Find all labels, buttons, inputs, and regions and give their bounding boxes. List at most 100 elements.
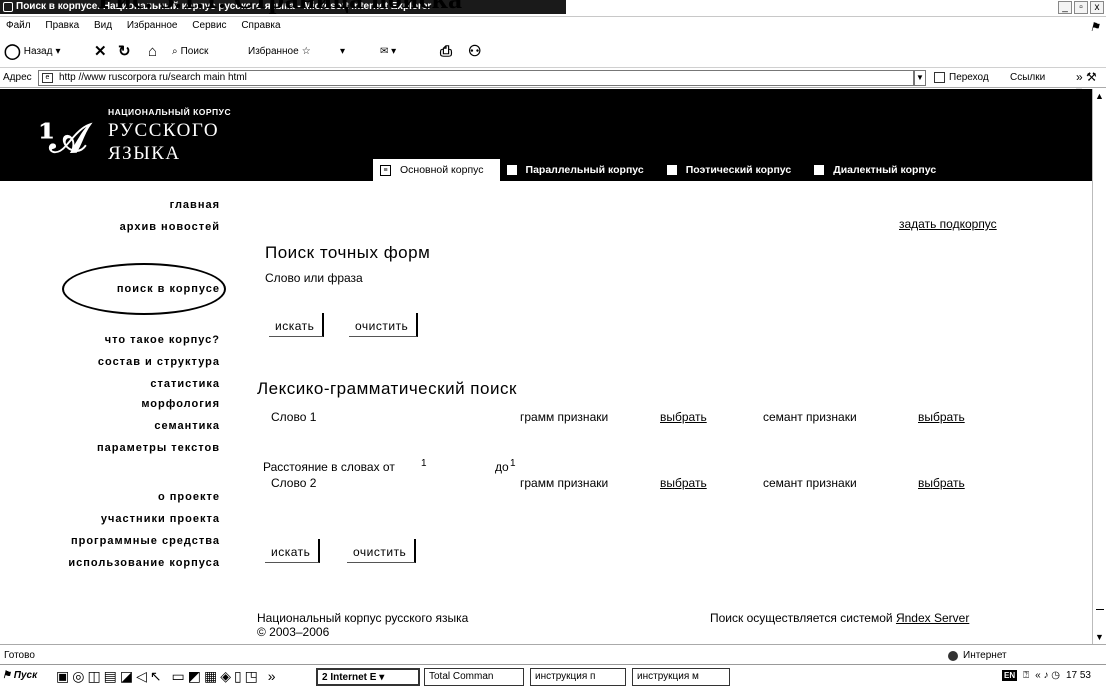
- sidebar-item-statistics[interactable]: статистика: [150, 378, 220, 390]
- zone-label: Интернет: [963, 650, 1007, 661]
- task-instruction-p[interactable]: инструкция п: [530, 668, 626, 686]
- word2-sem-label: семант признаки: [763, 476, 857, 490]
- favorites-button[interactable]: Избранное ☆: [248, 44, 311, 60]
- vertical-scrollbar[interactable]: ▲ ▼: [1092, 89, 1106, 644]
- stop-button[interactable]: ✕: [94, 44, 107, 60]
- menu-help[interactable]: Справка: [235, 18, 286, 34]
- menu-file[interactable]: Файл: [0, 18, 37, 34]
- print-icon: ⎙: [440, 43, 453, 60]
- start-button[interactable]: ⚑ Пуск: [2, 670, 37, 681]
- distance-to-label: до: [495, 460, 509, 474]
- yandex-server-link[interactable]: Яndex Server: [896, 611, 969, 625]
- back-button[interactable]: ◯ Назад ▾: [4, 44, 60, 60]
- favorites-label: Избранное: [248, 46, 299, 57]
- exact-search-button[interactable]: искать: [269, 313, 325, 337]
- search-icon: ⌕: [172, 46, 178, 57]
- word1-sem-choose-link[interactable]: выбрать: [918, 410, 965, 424]
- maximize-button[interactable]: ▫: [1074, 1, 1088, 14]
- sidebar-item-home[interactable]: главная: [170, 199, 220, 211]
- address-input[interactable]: e http //www ruscorpora ru/search main h…: [38, 70, 914, 86]
- back-label: Назад: [23, 46, 53, 57]
- home-button[interactable]: ⌂: [148, 44, 157, 60]
- go-label: Переход: [949, 72, 989, 83]
- sidebar-item-what-is-corpus[interactable]: что такое корпус?: [105, 334, 220, 346]
- refresh-icon: ↻: [118, 43, 131, 60]
- media-icon: ▾: [340, 46, 346, 57]
- sidebar-item-text-params[interactable]: параметры текстов: [97, 442, 220, 454]
- sidebar-item-composition[interactable]: состав и структура: [98, 356, 220, 368]
- go-button[interactable]: Переход: [934, 72, 989, 83]
- search-button[interactable]: ⌕ Поиск: [172, 44, 208, 60]
- ie-icon: [3, 2, 13, 12]
- favorites-icon: ☆: [301, 46, 311, 57]
- task-label: Total Comman: [429, 671, 494, 682]
- links-button[interactable]: Ссылки: [1010, 72, 1045, 83]
- page-viewport: ¹𝒜 НАЦИОНАЛЬНЫЙ КОРПУС РУССКОГО ЯЗЫКА ≡ …: [0, 89, 1092, 644]
- address-label: Адрес: [3, 72, 32, 83]
- distance-to-input[interactable]: 1: [510, 458, 516, 469]
- footer-corpus-name: Национальный корпус русского языка: [257, 611, 469, 625]
- media-button[interactable]: ▾: [340, 44, 345, 60]
- logo-text-line2: ЯЗЫКА: [108, 143, 181, 164]
- menu-edit[interactable]: Правка: [39, 18, 85, 34]
- refresh-button[interactable]: ↻: [118, 44, 131, 60]
- sidebar-item-news-archive[interactable]: архив новостей: [120, 221, 220, 233]
- task-instruction-m[interactable]: инструкция м: [632, 668, 730, 686]
- minimize-button[interactable]: _: [1058, 1, 1072, 14]
- mail-icon: ✉ ▾: [380, 46, 397, 57]
- address-url: http //www ruscorpora ru/search main htm…: [59, 72, 247, 83]
- word2-sem-choose-link[interactable]: выбрать: [918, 476, 965, 490]
- ruscorpora-logo-icon[interactable]: ¹𝒜: [38, 115, 87, 162]
- word2-label: Слово 2: [271, 476, 317, 490]
- menubar: Файл Правка Вид Избранное Сервис Справка…: [0, 18, 1106, 34]
- sidebar-item-participants[interactable]: участники проекта: [101, 513, 220, 525]
- sidebar-item-semantics[interactable]: семантика: [154, 420, 220, 432]
- address-dropdown[interactable]: ▼: [914, 70, 926, 86]
- lexgram-search-button[interactable]: искать: [265, 539, 321, 563]
- print-button[interactable]: ⎙: [440, 44, 452, 60]
- taskbar: ⚑ Пуск ▣◎◫▤◪◁↖ ▭◩▦◈▯◳ » 2 Internet E ▾ T…: [0, 664, 1106, 688]
- tray-icons[interactable]: « ♪ ◷: [1035, 670, 1060, 681]
- scroll-down-icon[interactable]: ▼: [1095, 632, 1104, 642]
- help-icon[interactable]: ⍰: [1023, 670, 1029, 681]
- footer-engine: Поиск осуществляется системой Яndex Serv…: [710, 611, 969, 625]
- figure-caption: Рис. 3.1.1. Страница поиска: [98, 0, 462, 14]
- mail-button[interactable]: ✉ ▾: [380, 44, 396, 60]
- lexgram-clear-button[interactable]: очистить: [347, 539, 417, 563]
- system-tray: EN ⍰ « ♪ ◷ 17 53: [1002, 670, 1091, 681]
- windows-logo-icon: ⚑: [1089, 20, 1100, 34]
- menu-view[interactable]: Вид: [88, 18, 118, 34]
- subcorpus-link[interactable]: задать подкорпус: [899, 217, 997, 231]
- task-internet-explorer[interactable]: 2 Internet E ▾: [316, 668, 420, 686]
- page-icon: e: [42, 73, 53, 83]
- clock: 17 53: [1065, 670, 1091, 681]
- sidebar-item-morphology[interactable]: морфология: [141, 398, 220, 410]
- distance-from-input[interactable]: 1: [421, 458, 427, 469]
- home-icon: ⌂: [148, 43, 158, 60]
- footer-engine-prefix: Поиск осуществляется системой: [710, 611, 893, 625]
- menu-favorites[interactable]: Избранное: [121, 18, 184, 34]
- menu-tools[interactable]: Сервис: [186, 18, 232, 34]
- sidebar-item-about[interactable]: о проекте: [158, 491, 220, 503]
- close-button[interactable]: x: [1090, 1, 1104, 14]
- sidebar-item-software[interactable]: программные средства: [71, 535, 220, 547]
- main-content: задать подкорпус Поиск точных форм Слово…: [257, 89, 1083, 644]
- quick-launch-icons[interactable]: ▣◎◫▤◪◁↖ ▭◩▦◈▯◳ »: [56, 668, 279, 685]
- go-arrow-icon: [934, 72, 945, 83]
- language-indicator[interactable]: EN: [1002, 670, 1018, 681]
- messenger-button[interactable]: ⚇: [468, 44, 481, 60]
- scroll-thumb[interactable]: [1096, 609, 1104, 610]
- zone-indicator: Интернет: [948, 650, 1007, 661]
- exact-clear-button[interactable]: очистить: [349, 313, 419, 337]
- task-total-commander[interactable]: Total Comman: [424, 668, 524, 686]
- sidebar-item-usage[interactable]: использование корпуса: [68, 557, 220, 569]
- start-label: Пуск: [13, 670, 38, 681]
- word2-gram-choose-link[interactable]: выбрать: [660, 476, 707, 490]
- window-buttons: _ ▫ x: [1058, 1, 1104, 14]
- word1-gram-choose-link[interactable]: выбрать: [660, 410, 707, 424]
- lexgram-search-title: Лексико-грамматический поиск: [257, 379, 517, 398]
- logo-text-small: НАЦИОНАЛЬНЫЙ КОРПУС: [108, 107, 232, 117]
- sidebar-item-corpus-search[interactable]: поиск в корпусе: [117, 283, 220, 295]
- scroll-up-icon[interactable]: ▲: [1095, 91, 1104, 101]
- globe-icon: [948, 650, 958, 661]
